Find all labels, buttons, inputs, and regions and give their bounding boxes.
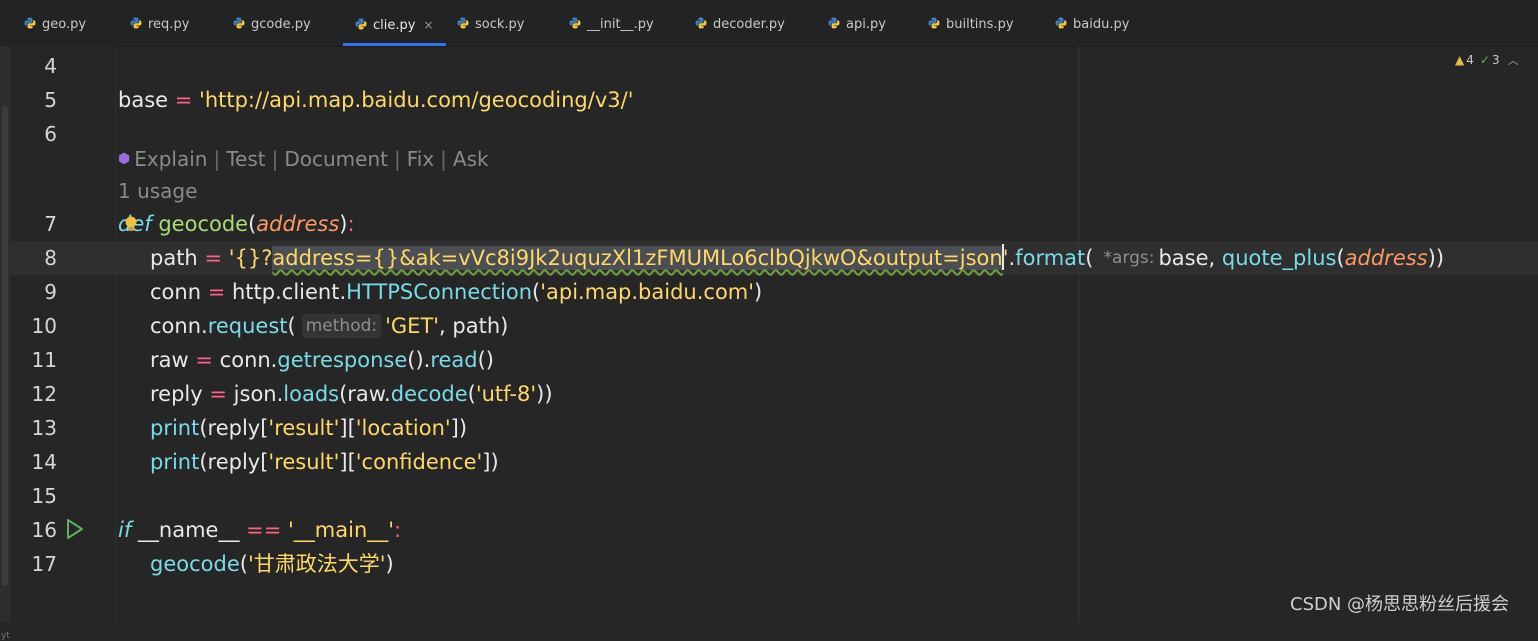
tab-label: decoder.py [713, 17, 785, 32]
right-margin-guide [1078, 46, 1079, 622]
inspection-widget[interactable]: ▲ 4 ✓ 3 ︿ [1455, 50, 1519, 70]
line-number: 4 [44, 54, 57, 78]
tab-gcode[interactable]: gcode.py [233, 0, 311, 46]
ok-count: 3 [1491, 53, 1500, 67]
tab-label: sock.py [475, 17, 525, 32]
tab-label: gcode.py [251, 17, 311, 32]
tab-req[interactable]: req.py [130, 0, 189, 46]
code-line-8[interactable]: path = '{}?address={}&ak=vVc8i9Jk2uquzXl… [118, 241, 1444, 275]
lens-separator: | [271, 147, 279, 171]
code-line-17[interactable]: geocode('甘肃政法大学') [118, 547, 394, 581]
tab-sock[interactable]: sock.py [457, 0, 524, 46]
python-file-icon [828, 17, 840, 29]
tab-label: api.py [846, 17, 886, 32]
python-file-icon [130, 17, 142, 29]
code-line-9[interactable]: conn = http.client.HTTPSConnection('api.… [118, 275, 762, 309]
selected-text: address={}&ak=vVc8i9Jk2uquzXl1zFMUMLo6cl… [272, 246, 1003, 270]
close-icon[interactable]: × [423, 18, 433, 32]
python-file-icon [1055, 17, 1067, 29]
lens-fix[interactable]: Fix [407, 147, 434, 171]
run-icon[interactable] [65, 518, 85, 540]
line-number: 8 [44, 246, 57, 270]
tab-label: builtins.py [946, 17, 1014, 32]
tab-label: __init__.py [587, 17, 654, 32]
line-number: 6 [44, 122, 57, 146]
usage-hint[interactable]: 1 usage [118, 175, 197, 207]
ai-assistant-icon: ⬢ [118, 151, 131, 167]
python-file-icon [569, 17, 581, 29]
python-file-icon [928, 17, 940, 29]
warning-count: 4 [1466, 53, 1474, 67]
lens-document[interactable]: Document [284, 147, 388, 171]
tab-geo[interactable]: geo.py [24, 0, 86, 46]
check-icon: ✓ [1479, 53, 1490, 67]
lens-explain[interactable]: Explain [134, 147, 207, 171]
lens-test[interactable]: Test [226, 147, 265, 171]
param-hint: *args: [1103, 248, 1155, 268]
bulb-icon[interactable] [124, 215, 138, 233]
line-number: 12 [31, 382, 57, 406]
lens-ask[interactable]: Ask [453, 147, 489, 171]
tab-label: req.py [148, 17, 190, 32]
python-file-icon [457, 17, 469, 29]
code-line-16[interactable]: if __name__ == '__main__': [118, 513, 401, 547]
line-number: 13 [31, 416, 57, 440]
param-hint: method: [301, 314, 382, 338]
editor-tab-bar: geo.py req.py gcode.py clie.py × sock.py … [0, 0, 1538, 47]
lens-separator: | [393, 147, 401, 171]
tab-api[interactable]: api.py [828, 0, 886, 46]
tab-init[interactable]: __init__.py [569, 0, 654, 46]
line-number: 7 [44, 212, 57, 236]
code-line-10[interactable]: conn.request(method: 'GET', path) [118, 309, 508, 343]
line-number: 9 [44, 280, 57, 304]
python-file-icon [24, 17, 36, 29]
line-number: 11 [31, 348, 57, 372]
left-tool-strip: yt [0, 46, 10, 641]
chevron-up-icon[interactable]: ︿ [1508, 54, 1519, 67]
python-file-icon [233, 17, 245, 29]
code-line-11[interactable]: raw = conn.getresponse().read() [118, 343, 494, 377]
warning-icon: ▲ [1455, 53, 1465, 67]
code-line-13[interactable]: print(reply['result']['location']) [118, 411, 467, 445]
gutter-divider [115, 46, 116, 622]
python-file-icon [695, 17, 707, 29]
strip-label: yt [1, 631, 10, 641]
tab-decoder[interactable]: decoder.py [695, 0, 785, 46]
tab-label: clie.py [373, 18, 416, 33]
code-line-5[interactable]: base = 'http://api.map.baidu.com/geocodi… [118, 83, 633, 117]
tab-clie[interactable]: clie.py × [343, 0, 445, 46]
line-number: 10 [31, 314, 57, 338]
code-line-14[interactable]: print(reply['result']['confidence']) [118, 445, 499, 479]
watermark: CSDN @杨思思粉丝后援会 [1290, 594, 1510, 615]
line-number: 5 [44, 88, 57, 112]
tab-builtins[interactable]: builtins.py [928, 0, 1014, 46]
ai-code-lens: ⬢ Explain | Test | Document | Fix | Ask [118, 143, 489, 175]
line-number: 17 [31, 552, 57, 576]
tab-label: baidu.py [1073, 17, 1130, 32]
line-number: 15 [31, 484, 57, 508]
code-line-7[interactable]: def geocode(address): [118, 207, 355, 241]
line-number: 16 [31, 518, 57, 542]
scrollbar-thumb[interactable] [2, 106, 8, 586]
code-line-12[interactable]: reply = json.loads(raw.decode('utf-8')) [118, 377, 553, 411]
tab-baidu[interactable]: baidu.py [1055, 0, 1129, 46]
lens-separator: | [213, 147, 221, 171]
line-number: 14 [31, 450, 57, 474]
python-file-icon [355, 18, 367, 30]
tab-label: geo.py [42, 17, 87, 32]
lens-separator: | [440, 147, 447, 171]
